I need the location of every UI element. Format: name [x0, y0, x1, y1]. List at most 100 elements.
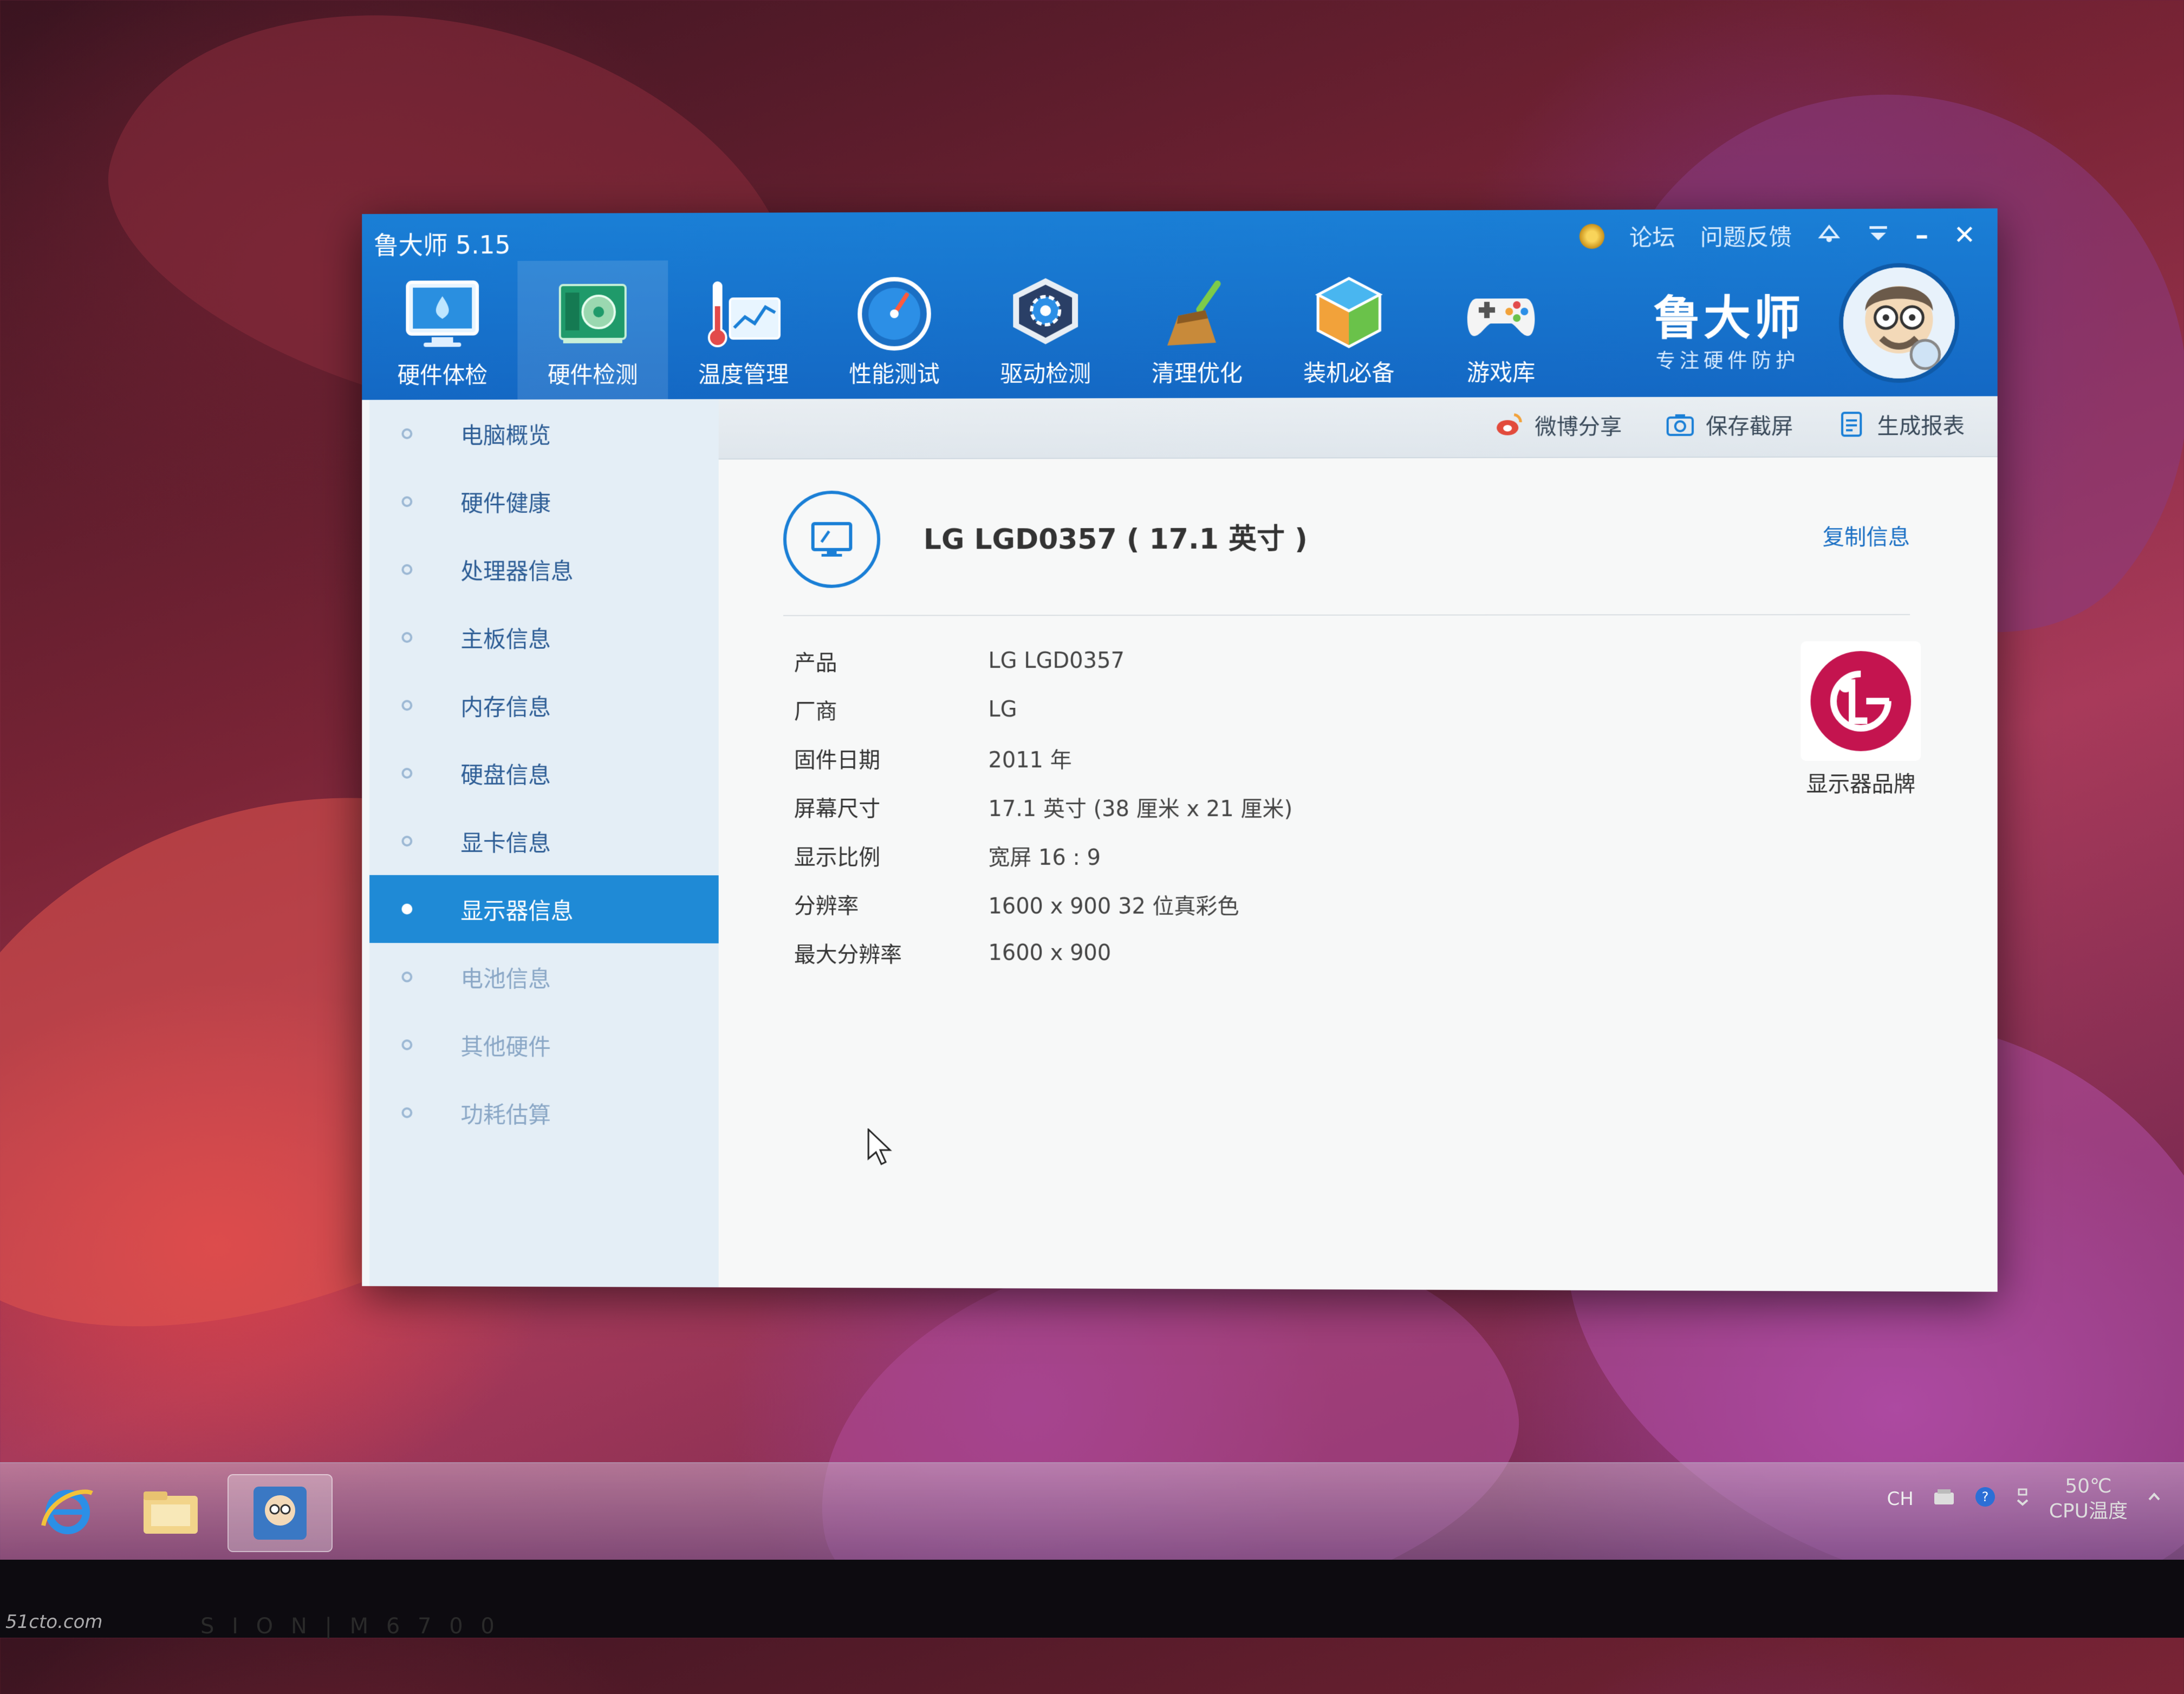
cpu-temperature-widget[interactable]: 50℃ CPU温度 — [2049, 1474, 2128, 1524]
sidebar-item-label: 硬盘信息 — [460, 757, 551, 790]
taskbar-ie-button[interactable] — [16, 1474, 119, 1550]
bullet-icon — [401, 496, 412, 507]
sidebar-item-label: 功耗估算 — [460, 1097, 551, 1130]
sidebar-item-cpu[interactable]: 处理器信息 — [369, 535, 719, 603]
spec-value: 2011 年 — [988, 742, 1071, 774]
spec-row-aspect-ratio: 显示比例 宽屏 16 : 9 — [794, 831, 1292, 881]
tool-hardware-detect[interactable]: 硬件检测 — [517, 260, 668, 400]
generate-report-button[interactable]: 生成报表 — [1837, 408, 1965, 440]
spec-key: 产品 — [794, 645, 989, 676]
network-icon[interactable] — [1932, 1487, 1956, 1511]
broom-icon — [1154, 270, 1240, 356]
skin-icon[interactable] — [1817, 220, 1841, 250]
sidebar-item-label: 显卡信息 — [460, 825, 551, 858]
sidebar-item-gpu[interactable]: 显卡信息 — [369, 807, 719, 875]
weibo-share-button[interactable]: 微博分享 — [1494, 409, 1622, 441]
feedback-link[interactable]: 问题反馈 — [1700, 219, 1792, 252]
help-icon[interactable]: ? — [1974, 1486, 1996, 1513]
sidebar-item-monitor[interactable]: 显示器信息 — [369, 875, 719, 943]
sidebar-item-memory[interactable]: 内存信息 — [369, 671, 719, 739]
tool-temperature[interactable]: 温度管理 — [668, 260, 818, 399]
tool-performance[interactable]: 性能测试 — [819, 259, 970, 399]
tool-label: 装机必备 — [1273, 355, 1425, 388]
tool-label: 硬件体检 — [367, 357, 517, 390]
tool-games[interactable]: 游戏库 — [1425, 258, 1577, 398]
monitor-brand-label: 显示器品牌 — [1790, 766, 1932, 798]
tool-driver[interactable]: 驱动检测 — [970, 259, 1121, 399]
sidebar-item-disk[interactable]: 硬盘信息 — [369, 739, 719, 807]
thermometer-chart-icon — [700, 271, 786, 357]
bullet-icon — [401, 428, 412, 439]
tool-essentials[interactable]: 装机必备 — [1273, 258, 1425, 398]
save-screenshot-button[interactable]: 保存截屏 — [1666, 409, 1793, 441]
language-indicator[interactable]: CH — [1887, 1488, 1913, 1510]
sidebar-item-battery[interactable]: 电池信息 — [369, 943, 719, 1011]
monitor-header: LG LGD0357 ( 17.1 英寸 ) 复制信息 — [783, 473, 1910, 616]
spec-row-screen-size: 屏幕尺寸 17.1 英寸 (38 厘米 x 21 厘米) — [794, 783, 1292, 831]
sidebar-item-label: 电脑概览 — [460, 417, 551, 450]
spec-key: 最大分辨率 — [794, 937, 989, 968]
copy-info-link[interactable]: 复制信息 — [1823, 519, 1910, 551]
chevron-up-icon[interactable] — [2146, 1488, 2162, 1510]
spec-key: 分辨率 — [794, 888, 989, 920]
gamepad-icon — [1458, 269, 1545, 356]
sidebar-item-label: 电池信息 — [460, 961, 551, 994]
report-icon — [1837, 409, 1866, 439]
speedometer-icon — [851, 270, 937, 357]
title-bar-links: 论坛 问题反馈 – ✕ — [1580, 218, 1976, 253]
spec-value: LG LGD0357 — [988, 648, 1124, 673]
bullet-icon — [401, 632, 412, 643]
forum-link[interactable]: 论坛 — [1629, 219, 1675, 252]
taskbar-explorer-button[interactable] — [119, 1474, 222, 1550]
close-button[interactable]: ✕ — [1954, 219, 1976, 250]
generate-report-label: 生成报表 — [1877, 408, 1965, 440]
sidebar-item-power[interactable]: 功耗估算 — [369, 1079, 719, 1148]
bullet-icon — [401, 1039, 412, 1050]
bezel-model-text: S I O N | M 6 7 0 0 — [200, 1614, 500, 1639]
sidebar-item-label: 显示器信息 — [460, 892, 573, 926]
sidebar-item-label: 处理器信息 — [460, 553, 573, 586]
sidebar-item-other[interactable]: 其他硬件 — [369, 1011, 719, 1079]
cube-icon — [1305, 269, 1392, 356]
gear-box-icon — [1002, 270, 1089, 356]
weibo-icon — [1494, 411, 1524, 440]
tray-expand-icon[interactable] — [2014, 1486, 2031, 1513]
tool-label: 温度管理 — [668, 356, 818, 390]
menu-icon[interactable] — [1866, 220, 1890, 250]
bullet-icon — [401, 564, 412, 575]
sidebar-item-overview[interactable]: 电脑概览 — [369, 399, 719, 468]
tool-hardware-checkup[interactable]: 硬件体检 — [367, 261, 517, 400]
cpu-temperature-value: 50℃ — [2049, 1474, 2128, 1499]
sidebar: 电脑概览 硬件健康 处理器信息 主板信息 内存信息 硬盘信息 显卡信息 显示器信… — [369, 399, 719, 1287]
sidebar-item-label: 硬件健康 — [460, 485, 551, 518]
sidebar-item-motherboard[interactable]: 主板信息 — [369, 603, 719, 672]
brand-area: 鲁大师 专注硬件防护 — [1654, 263, 1959, 388]
spec-value: 1600 x 900 32 位真彩色 — [988, 889, 1239, 920]
mascot-avatar[interactable] — [1839, 263, 1959, 383]
tool-label: 性能测试 — [819, 356, 970, 389]
action-buttons: 微博分享 保存截屏 生成报表 — [1494, 408, 1965, 441]
spec-row-firmware-date: 固件日期 2011 年 — [794, 734, 1292, 783]
ludashi-window: 鲁大师 5.15 论坛 问题反馈 – ✕ 硬件体检 硬件检测 温度管理 性能测试… — [362, 209, 1997, 1292]
tool-label: 清理优化 — [1121, 355, 1273, 389]
medal-icon[interactable] — [1580, 224, 1604, 249]
save-screenshot-label: 保存截屏 — [1706, 409, 1793, 441]
ludashi-app-icon — [250, 1483, 310, 1543]
sidebar-item-health[interactable]: 硬件健康 — [369, 467, 719, 536]
spec-row-max-resolution: 最大分辨率 1600 x 900 — [794, 928, 1292, 978]
tool-cleanup[interactable]: 清理优化 — [1121, 258, 1273, 398]
spec-row-product: 产品 LG LGD0357 — [794, 636, 1292, 685]
bullet-icon — [401, 700, 412, 711]
circuit-board-icon — [550, 271, 636, 358]
bullet-icon — [401, 972, 412, 982]
svg-text:?: ? — [1981, 1489, 1988, 1504]
taskbar-ludashi-button[interactable] — [227, 1474, 333, 1552]
title-bar: 鲁大师 5.15 论坛 问题反馈 – ✕ 硬件体检 硬件检测 温度管理 性能测试… — [362, 209, 1997, 400]
spec-key: 固件日期 — [794, 742, 989, 774]
spec-key: 显示比例 — [794, 840, 989, 871]
spec-key: 厂商 — [794, 694, 989, 725]
minimize-button[interactable]: – — [1915, 220, 1928, 250]
lg-logo — [1800, 641, 1921, 761]
brand-slogan: 专注硬件防护 — [1656, 345, 1800, 374]
spec-value: 1600 x 900 — [988, 941, 1111, 966]
